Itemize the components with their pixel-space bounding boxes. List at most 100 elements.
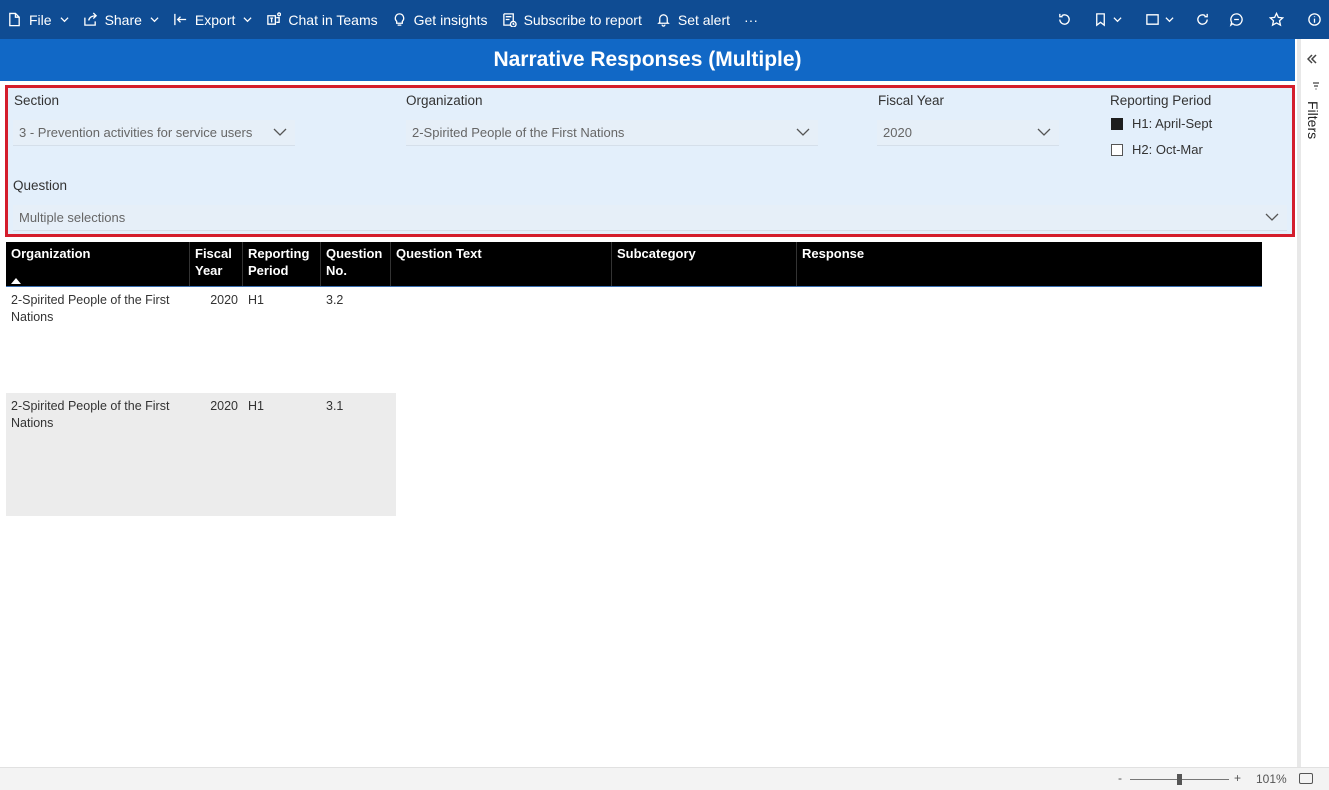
expand-filters-button[interactable] xyxy=(1306,51,1321,65)
comment-icon xyxy=(1229,13,1243,27)
bookmarks-button[interactable] xyxy=(1081,0,1133,39)
share-icon xyxy=(83,12,97,26)
subscribe-icon xyxy=(502,13,517,27)
chevron-down-icon xyxy=(1037,128,1051,136)
info-icon xyxy=(1307,13,1321,26)
question-dropdown-value: Multiple selections xyxy=(19,210,126,225)
column-header-organization[interactable]: Organization xyxy=(6,242,190,286)
organization-dropdown[interactable]: 2-Spirited People of the First Nations xyxy=(406,120,818,146)
chevron-down-icon xyxy=(60,17,69,23)
cell-question-no: 3.2 xyxy=(326,293,344,307)
cell-question-no: 3.1 xyxy=(326,399,344,413)
section-slicer-label: Section xyxy=(14,93,60,108)
info-button[interactable] xyxy=(1299,0,1329,39)
document-icon xyxy=(9,12,20,27)
sort-ascending-icon xyxy=(11,278,21,284)
refresh-icon xyxy=(1196,13,1208,25)
get-insights-label: Get insights xyxy=(413,11,488,28)
section-dropdown-value: 3 - Prevention activities for service us… xyxy=(19,125,253,140)
view-icon xyxy=(1145,14,1159,25)
checkbox-checked[interactable] xyxy=(1111,117,1123,130)
subscribe-label: Subscribe to report xyxy=(523,11,642,28)
question-dropdown[interactable]: Multiple selections xyxy=(13,205,1287,231)
bell-icon xyxy=(657,14,670,27)
table-row[interactable]: 2-Spirited People of the First Nations 2… xyxy=(6,393,1262,516)
column-header-fiscal-year[interactable]: Fiscal Year xyxy=(190,242,243,286)
bookmark-icon xyxy=(1095,13,1105,27)
subscribe-to-report-button[interactable]: Subscribe to report xyxy=(495,0,649,39)
reporting-period-slicer-label: Reporting Period xyxy=(1110,93,1212,108)
column-header-question-no[interactable]: Question No. xyxy=(321,242,391,286)
zoom-out-button[interactable]: - xyxy=(1118,771,1122,785)
cell-reporting-period: H1 xyxy=(248,293,264,307)
chevron-down-icon xyxy=(243,17,252,23)
chat-in-teams-label: Chat in Teams xyxy=(288,11,378,28)
column-header-label: Fiscal Year xyxy=(195,246,232,278)
get-insights-button[interactable]: Get insights xyxy=(385,0,495,39)
question-slicer-label: Question xyxy=(13,178,68,193)
view-button[interactable] xyxy=(1133,0,1185,39)
undo-icon xyxy=(1058,13,1070,25)
star-icon xyxy=(1268,12,1284,27)
cell-organization: 2-Spirited People of the First Nations xyxy=(11,293,170,324)
organization-dropdown-value: 2-Spirited People of the First Nations xyxy=(412,125,625,140)
share-label: Share xyxy=(104,11,142,28)
teams-icon xyxy=(267,12,282,25)
export-button[interactable]: Export xyxy=(166,0,259,39)
fit-to-page-icon[interactable] xyxy=(1299,773,1313,784)
column-header-question-text[interactable]: Question Text xyxy=(391,242,612,286)
file-menu-label: File xyxy=(29,11,52,28)
lightbulb-icon xyxy=(394,13,404,26)
fiscal-year-slicer-label: Fiscal Year xyxy=(878,93,945,108)
reset-button[interactable] xyxy=(1047,0,1081,39)
filters-pane: Filters xyxy=(1297,39,1329,767)
cell-organization: 2-Spirited People of the First Nations xyxy=(11,399,170,430)
set-alert-button[interactable]: Set alert xyxy=(649,0,737,39)
reporting-period-option-label: H1: April-Sept xyxy=(1132,116,1213,131)
filters-pane-label[interactable]: Filters xyxy=(1305,101,1321,139)
zoom-in-button[interactable]: + xyxy=(1234,771,1241,785)
column-header-subcategory[interactable]: Subcategory xyxy=(612,242,797,286)
column-header-label: Response xyxy=(802,246,865,261)
zoom-level[interactable]: 101% xyxy=(1256,772,1287,786)
section-dropdown[interactable]: 3 - Prevention activities for service us… xyxy=(13,120,295,146)
action-bar-right xyxy=(1047,0,1329,39)
comments-button[interactable] xyxy=(1219,0,1253,39)
fiscal-year-dropdown[interactable]: 2020 xyxy=(877,120,1059,146)
column-header-label: Question No. xyxy=(326,246,383,278)
chevron-down-icon xyxy=(273,128,287,136)
filter-icon xyxy=(1313,82,1319,90)
more-options-button[interactable]: ··· xyxy=(737,0,765,39)
cell-fiscal-year: 2020 xyxy=(210,293,238,307)
refresh-button[interactable] xyxy=(1185,0,1219,39)
report-title: Narrative Responses (Multiple) xyxy=(0,39,1295,81)
reporting-period-option-h2[interactable]: H2: Oct-Mar xyxy=(1111,142,1203,157)
organization-slicer-label: Organization xyxy=(406,93,483,108)
reporting-period-option-label: H2: Oct-Mar xyxy=(1132,142,1203,157)
checkbox-unchecked[interactable] xyxy=(1111,143,1123,156)
cell-reporting-period: H1 xyxy=(248,399,264,413)
status-bar: - + 101% xyxy=(0,767,1329,790)
column-header-response[interactable]: Response xyxy=(797,242,1262,286)
slicer-panel: Section 3 - Prevention activities for se… xyxy=(5,85,1295,237)
favorite-button[interactable] xyxy=(1253,0,1299,39)
table-row[interactable]: 2-Spirited People of the First Nations 2… xyxy=(6,287,1262,393)
column-header-label: Question Text xyxy=(396,246,482,261)
chevron-down-icon xyxy=(150,17,159,23)
chevron-down-icon xyxy=(1112,17,1122,23)
zoom-slider-thumb[interactable] xyxy=(1177,774,1182,785)
column-header-label: Subcategory xyxy=(617,246,696,261)
file-menu-button[interactable]: File xyxy=(0,0,76,39)
chat-in-teams-button[interactable]: Chat in Teams xyxy=(259,0,384,39)
set-alert-label: Set alert xyxy=(677,11,730,28)
narrative-responses-table: Organization Fiscal Year Reporting Perio… xyxy=(6,242,1262,516)
export-icon xyxy=(174,13,187,26)
reporting-period-option-h1[interactable]: H1: April-Sept xyxy=(1111,116,1212,131)
double-chevron-left-icon xyxy=(1306,54,1317,64)
cell-fiscal-year: 2020 xyxy=(210,399,238,413)
fiscal-year-dropdown-value: 2020 xyxy=(883,125,912,140)
share-button[interactable]: Share xyxy=(76,0,166,39)
export-label: Export xyxy=(194,11,236,28)
column-header-reporting-period[interactable]: Reporting Period xyxy=(243,242,321,286)
action-bar: File Share Export Chat in Teams Get insi… xyxy=(0,0,1329,39)
